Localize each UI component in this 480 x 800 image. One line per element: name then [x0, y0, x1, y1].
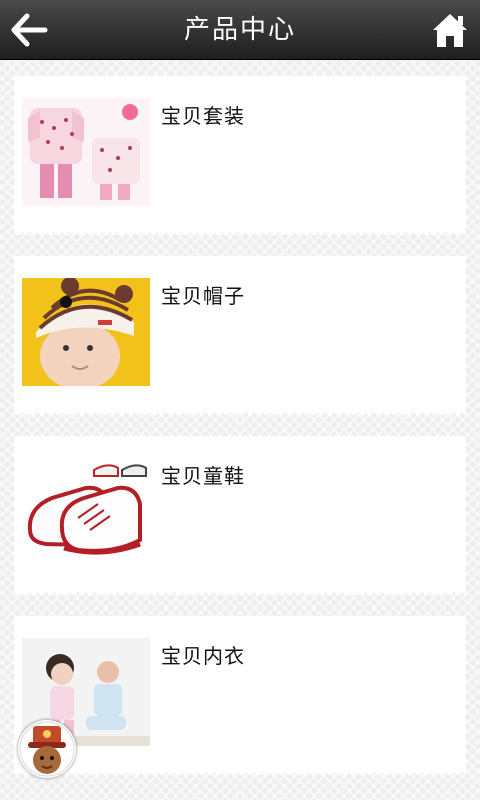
product-label: 宝贝童鞋 — [161, 464, 245, 488]
product-label: 宝贝帽子 — [161, 284, 245, 308]
mascot-avatar-icon — [19, 721, 75, 777]
product-card[interactable]: 宝贝内衣 — [14, 616, 466, 780]
product-label: 宝贝内衣 — [161, 644, 245, 668]
baby-shoes-image — [22, 458, 150, 566]
product-card[interactable]: 宝贝套装 — [14, 76, 466, 240]
floating-mascot-button[interactable] — [18, 720, 76, 778]
product-card[interactable]: 宝贝童鞋 — [14, 436, 466, 600]
baby-outfit-set-image — [22, 98, 150, 206]
baby-hat-image — [22, 278, 150, 386]
page-title: 产品中心 — [183, 15, 296, 45]
home-icon — [433, 14, 467, 47]
product-label: 宝贝套装 — [161, 104, 245, 128]
home-button[interactable] — [430, 10, 470, 50]
product-card[interactable]: 宝贝帽子 — [14, 256, 466, 420]
header-bar: 产品中心 — [0, 0, 480, 60]
